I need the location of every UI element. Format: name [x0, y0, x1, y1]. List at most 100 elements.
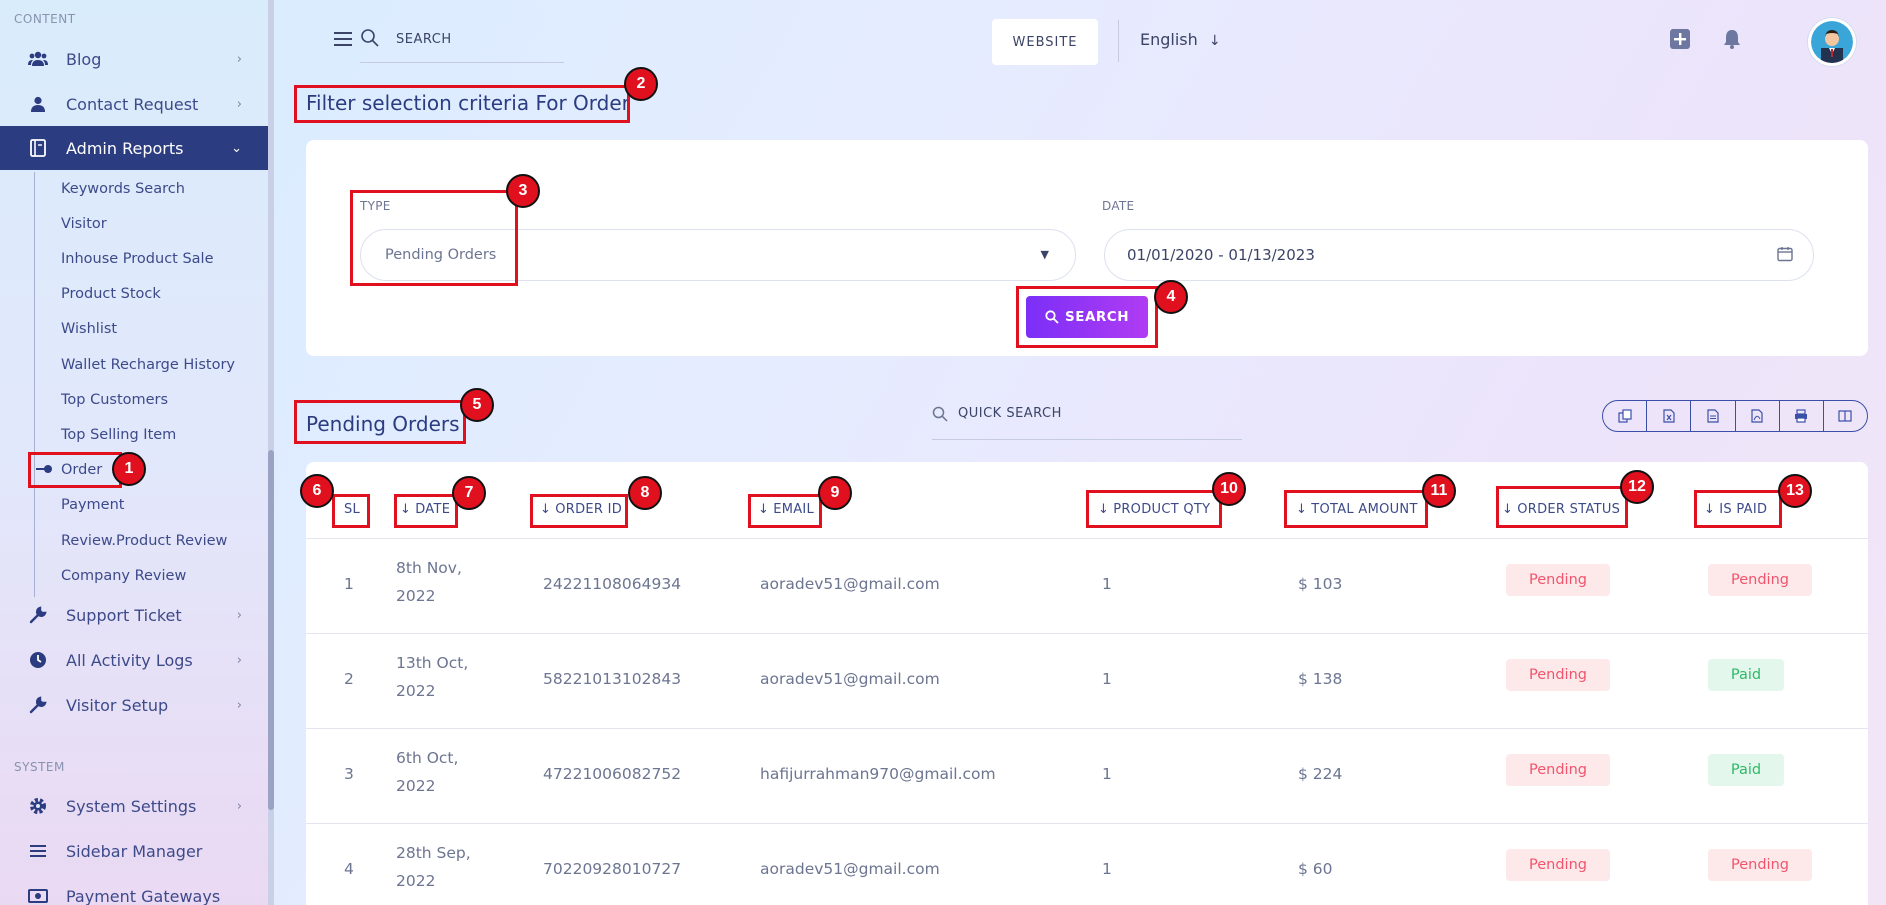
calendar-icon[interactable] — [1777, 246, 1793, 262]
cell-product-qty: 1 — [1102, 575, 1112, 593]
sidebar-subitem-company-review[interactable]: Company Review — [61, 566, 186, 586]
sidebar-item-contact-request[interactable]: Contact Request › — [0, 82, 268, 126]
filter-card: TYPE Pending Orders ▼ DATE 01/01/2020 - … — [306, 140, 1868, 356]
sidebar-item-label: Payment Gateways — [66, 886, 221, 905]
search-button[interactable]: SEARCH — [1026, 296, 1148, 338]
sidebar-subitem-visitor[interactable]: Visitor — [61, 214, 107, 234]
search-icon — [361, 29, 379, 47]
report-icon — [28, 138, 48, 158]
column-header-is-paid[interactable]: ↓ IS PAID — [1704, 502, 1767, 517]
sidebar-subitem-wallet-recharge-history[interactable]: Wallet Recharge History — [61, 355, 235, 375]
excel-file-icon — [1663, 409, 1675, 423]
annotation-marker: 4 — [1154, 280, 1188, 314]
cell-date-line: 8th Nov, — [396, 559, 462, 577]
quick-search-placeholder: QUICK SEARCH — [958, 406, 1062, 421]
section-label-content: CONTENT — [14, 12, 76, 26]
sidebar-subitem-top-customers[interactable]: Top Customers — [61, 390, 168, 410]
top-search-input[interactable]: SEARCH — [396, 32, 452, 47]
date-label: DATE — [1102, 199, 1135, 213]
sidebar-subitem-product-stock[interactable]: Product Stock — [61, 284, 161, 304]
section-label-system: SYSTEM — [14, 760, 65, 774]
column-header-email[interactable]: ↓ EMAIL — [758, 502, 814, 517]
date-range-input[interactable]: 01/01/2020 - 01/13/2023 — [1104, 229, 1814, 281]
table-row[interactable]: 4 28th Sep, 2022 70220928010727 aoradev51… — [306, 824, 1868, 905]
type-select[interactable]: Pending Orders ▼ — [360, 229, 1076, 281]
print-button[interactable] — [1780, 401, 1824, 431]
column-header-label: DATE — [415, 502, 451, 517]
copy-icon — [1617, 409, 1632, 423]
chevron-right-icon: › — [236, 607, 242, 623]
sidebar-item-payment-gateways[interactable]: Payment Gateways — [0, 874, 268, 905]
cell-order-id: 24221108064934 — [543, 575, 682, 593]
column-header-date[interactable]: ↓ DATE — [400, 502, 450, 517]
sidebar-item-label: Contact Request — [66, 94, 199, 114]
active-dot-icon — [36, 465, 52, 473]
hamburger-menu-icon[interactable] — [334, 32, 352, 46]
copy-button[interactable] — [1603, 401, 1648, 431]
csv-export-button[interactable] — [1691, 401, 1736, 431]
cell-total-amount: $ 60 — [1298, 860, 1333, 878]
add-square-icon[interactable] — [1670, 29, 1690, 49]
cell-product-qty: 1 — [1102, 765, 1112, 783]
sidebar-subitem-inhouse-product-sale[interactable]: Inhouse Product Sale — [61, 249, 214, 269]
sidebar-scrollbar-thumb[interactable] — [268, 450, 274, 810]
sidebar-subitem-keywords-search[interactable]: Keywords Search — [61, 179, 185, 199]
sidebar-item-visitor-setup[interactable]: Visitor Setup › — [0, 683, 268, 727]
column-header-product-qty[interactable]: ↓ PRODUCT QTY — [1098, 502, 1210, 517]
quick-search-input[interactable]: QUICK SEARCH — [932, 404, 1242, 440]
sidebar-subitem-payment[interactable]: Payment — [61, 495, 124, 515]
table-row[interactable]: 3 6th Oct, 2022 47221006082752 hafijurrah… — [306, 729, 1868, 824]
cell-sl: 1 — [344, 575, 354, 593]
sidebar-item-sidebar-manager[interactable]: Sidebar Manager — [0, 829, 268, 873]
sidebar-scrollbar[interactable] — [268, 0, 274, 905]
sidebar-item-all-activity-logs[interactable]: All Activity Logs › — [0, 638, 268, 682]
sidebar-item-support-ticket[interactable]: Support Ticket › — [0, 593, 268, 637]
table-row[interactable]: 2 13th Oct, 2022 58221013102843 aoradev51… — [306, 634, 1868, 729]
column-header-order-id[interactable]: ↓ ORDER ID — [540, 502, 622, 517]
language-selector[interactable]: English ↓ — [1140, 30, 1221, 49]
status-badge: Pending — [1506, 564, 1610, 596]
sort-arrow-icon: ↓ — [1296, 502, 1308, 517]
sidebar-item-blog[interactable]: Blog › — [0, 37, 268, 81]
top-search-underline — [360, 62, 564, 63]
menu-icon — [28, 841, 48, 861]
sidebar-subitem-top-selling-item[interactable]: Top Selling Item — [61, 425, 176, 445]
annotation-marker: 8 — [628, 476, 662, 510]
column-header-sl[interactable]: SL — [344, 502, 360, 517]
sort-arrow-icon: ↓ — [400, 502, 412, 517]
annotation-marker: 12 — [1620, 470, 1654, 504]
sidebar-subitem-wishlist[interactable]: Wishlist — [61, 319, 117, 339]
pdf-export-button[interactable] — [1736, 401, 1780, 431]
bell-icon[interactable] — [1723, 29, 1741, 49]
csv-file-icon — [1707, 409, 1719, 423]
chevron-right-icon: › — [236, 51, 242, 67]
cell-product-qty: 1 — [1102, 670, 1112, 688]
cell-sl: 2 — [344, 670, 354, 688]
cell-email: hafijurrahman970@gmail.com — [760, 765, 996, 783]
excel-export-button[interactable] — [1647, 401, 1692, 431]
submenu-line — [34, 172, 35, 597]
website-button[interactable]: WEBSITE — [992, 19, 1098, 65]
filter-heading: Filter selection criteria For Order — [306, 91, 630, 115]
column-header-order-status[interactable]: ↓ ORDER STATUS — [1502, 502, 1620, 517]
sidebar-item-admin-reports[interactable]: Admin Reports ⌄ — [0, 126, 268, 170]
avatar[interactable] — [1808, 18, 1856, 66]
column-visibility-button[interactable] — [1824, 401, 1867, 431]
sort-arrow-icon: ↓ — [758, 502, 770, 517]
column-header-label: IS PAID — [1719, 502, 1768, 517]
table-row[interactable]: 1 8th Nov, 2022 24221108064934 aoradev51@… — [306, 539, 1868, 634]
money-icon — [28, 886, 48, 905]
cell-email: aoradev51@gmail.com — [760, 860, 940, 878]
sidebar-item-system-settings[interactable]: System Settings › — [0, 784, 268, 828]
annotation-marker: 5 — [460, 388, 494, 422]
sidebar-item-label: Blog — [66, 49, 102, 69]
paid-badge: Paid — [1708, 659, 1784, 691]
sidebar-subitem-order[interactable]: Order — [61, 460, 102, 480]
search-icon — [932, 406, 948, 422]
sidebar-subitem-review-product-review[interactable]: Review.Product Review — [61, 531, 227, 551]
column-header-label: PRODUCT QTY — [1113, 502, 1211, 517]
wrench-icon — [28, 695, 48, 715]
cell-date-line: 2022 — [396, 682, 436, 700]
column-header-total-amount[interactable]: ↓ TOTAL AMOUNT — [1296, 502, 1418, 517]
cell-order-id: 47221006082752 — [543, 765, 682, 783]
